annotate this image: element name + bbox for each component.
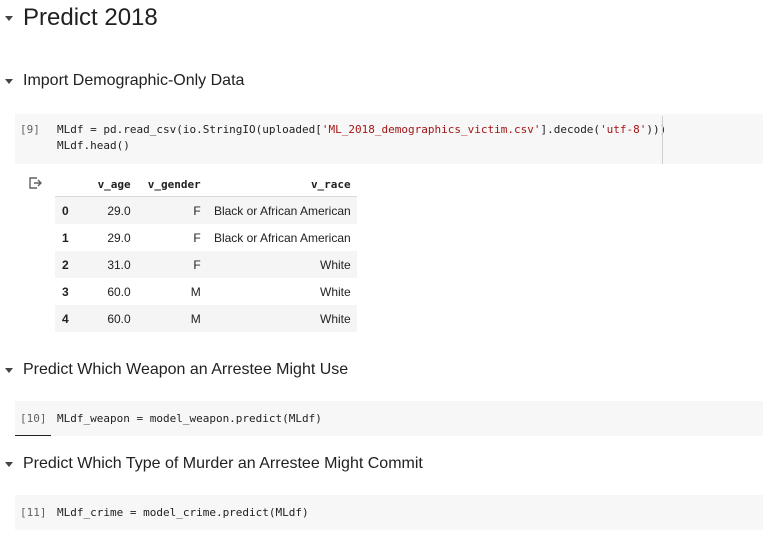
section-title: Predict Which Weapon an Arrestee Might U…: [23, 361, 349, 378]
table-cell: 29.0: [107, 230, 131, 245]
table-cell: Black or African American: [213, 230, 351, 245]
heading-predict-murder: Predict Which Type of Murder an Arrestee…: [5, 453, 423, 475]
code-cell-11[interactable]: [11] MLdf_crime = model_crime.predict(ML…: [15, 495, 763, 530]
table-cell: M: [136, 305, 207, 332]
code-line: MLdf_weapon = model_weapon.predict(MLdf): [57, 412, 322, 425]
code-cell-9[interactable]: [9] MLdf = pd.read_csv(io.StringIO(uploa…: [15, 114, 763, 164]
heading-predict-weapon: Predict Which Weapon an Arrestee Might U…: [5, 359, 348, 381]
table-cell: 29.0: [86, 196, 137, 224]
string-literal: 'ML_2018_demographics_victim.csv': [321, 123, 541, 136]
execution-count: [11]: [20, 506, 47, 519]
code-line: MLdf.head(): [57, 139, 130, 152]
table-row: 1 29.0 F Black or African American: [55, 224, 357, 251]
table-row: 4 60.0 M White: [55, 305, 357, 332]
row-index: 4: [55, 305, 87, 332]
code-line: MLdf = pd.read_csv(io.StringIO(uploaded[…: [57, 123, 666, 136]
collapse-caret-icon[interactable]: [5, 78, 13, 84]
table-cell: White: [206, 251, 357, 278]
table-row: 0 29.0 F Black or African American: [55, 196, 357, 224]
execution-count: [9]: [20, 123, 40, 136]
column-header: v_gender: [136, 172, 207, 197]
table-row: 2 31.0 F White: [55, 251, 357, 278]
dataframe-table: v_age v_gender v_race 0 29.0 F Black or …: [55, 172, 357, 332]
heading-predict-2018: Predict 2018: [5, 3, 158, 33]
code-line: MLdf_crime = model_crime.predict(MLdf): [57, 506, 309, 519]
string-literal: 'utf-8': [600, 123, 647, 136]
column-header: v_age: [86, 172, 137, 197]
row-index: 0: [55, 196, 87, 224]
table-cell: Black or African American: [206, 196, 357, 224]
output-arrow-icon[interactable]: [28, 176, 42, 190]
code-text: MLdf = pd.read_csv(io.StringIO(uploaded[: [57, 123, 322, 136]
collapse-caret-icon[interactable]: [5, 367, 13, 373]
table-cell: F: [136, 196, 207, 224]
index-header: [55, 172, 87, 197]
table-row: 3 60.0 M White: [55, 278, 357, 305]
table-cell: 31.0: [86, 251, 137, 278]
heading-import-data: Import Demographic-Only Data: [5, 70, 244, 92]
text-cursor: [662, 116, 663, 164]
row-index: 3: [62, 284, 69, 299]
section-title: Predict Which Type of Murder an Arrestee…: [23, 455, 423, 472]
table-cell: 60.0: [107, 284, 131, 299]
page-title: Predict 2018: [23, 4, 158, 31]
execution-count: [10]: [20, 412, 47, 425]
table-cell: F: [193, 230, 201, 245]
row-index: 1: [62, 230, 69, 245]
code-text: ))): [646, 123, 667, 136]
row-index: 2: [55, 251, 87, 278]
table-cell: 60.0: [86, 305, 137, 332]
table-header-row: v_age v_gender v_race: [55, 172, 357, 197]
table-cell: F: [136, 251, 207, 278]
code-cell-10[interactable]: [10] MLdf_weapon = model_weapon.predict(…: [15, 401, 763, 436]
table-cell: White: [206, 305, 357, 332]
column-header: v_race: [206, 172, 357, 197]
cell-focus-indicator: [15, 435, 51, 436]
code-text: ].decode(: [540, 123, 601, 136]
table-cell: M: [190, 284, 201, 299]
collapse-caret-icon[interactable]: [5, 15, 13, 21]
section-title: Import Demographic-Only Data: [23, 72, 245, 89]
collapse-caret-icon[interactable]: [5, 461, 13, 467]
table-cell: White: [320, 284, 351, 299]
